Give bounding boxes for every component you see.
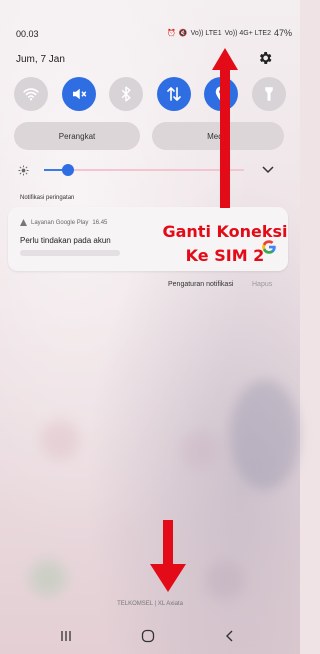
date-label: Jum, 7 Jan bbox=[16, 54, 65, 65]
alarm-icon: ⏰ bbox=[167, 30, 176, 37]
notification-section-label: Notifikasi peringatan bbox=[20, 195, 75, 201]
bluetooth-icon bbox=[121, 86, 131, 102]
quick-settings-toggles bbox=[14, 77, 286, 111]
home-icon bbox=[141, 629, 155, 643]
sound-toggle[interactable] bbox=[61, 77, 96, 111]
recent-apps-button[interactable] bbox=[57, 627, 75, 645]
status-icons: ⏰ 🔇 Vo)) LTE1 Vo)) 4G+ LTE2 47% bbox=[167, 28, 292, 38]
annotation-line-1: Ganti Koneksi bbox=[162, 222, 288, 241]
flashlight-icon bbox=[265, 87, 273, 101]
red-arrow-up-annotation bbox=[212, 48, 238, 208]
perangkat-button[interactable]: Perangkat bbox=[14, 122, 140, 150]
clock: 00.03 bbox=[16, 29, 39, 39]
wifi-toggle[interactable] bbox=[14, 77, 48, 111]
notification-header: Layanan Google Play 16.45 bbox=[20, 219, 107, 226]
battery-level: 47% bbox=[273, 28, 292, 38]
chevron-down-icon[interactable] bbox=[262, 165, 274, 175]
wifi-icon bbox=[23, 88, 39, 101]
brightness-slider-knob[interactable] bbox=[62, 164, 74, 176]
mobile-data-toggle[interactable] bbox=[156, 77, 191, 111]
notification-settings-link[interactable]: Pengaturan notifikasi bbox=[168, 281, 233, 288]
sim2-signal: Vo)) 4G+ LTE2 bbox=[224, 29, 271, 37]
recent-apps-icon bbox=[61, 631, 71, 641]
notification-blurred-account bbox=[20, 250, 120, 256]
gear-icon[interactable] bbox=[257, 50, 273, 66]
home-button[interactable] bbox=[139, 627, 157, 645]
flashlight-toggle[interactable] bbox=[251, 77, 286, 111]
sim1-signal: Vo)) LTE1 bbox=[190, 29, 222, 37]
notification-time: 16.45 bbox=[92, 219, 108, 226]
status-bar: 00.03 ⏰ 🔇 Vo)) LTE1 Vo)) 4G+ LTE2 47% bbox=[0, 0, 300, 39]
back-button[interactable] bbox=[221, 627, 239, 645]
notification-app-name: Layanan Google Play bbox=[31, 219, 89, 226]
carrier-label: TELKOMSEL | XL Axiata bbox=[117, 601, 183, 607]
bluetooth-toggle[interactable] bbox=[109, 77, 144, 111]
mute-status-icon: 🔇 bbox=[178, 30, 188, 37]
mute-icon bbox=[72, 88, 86, 100]
clear-notifications-button[interactable]: Hapus bbox=[252, 281, 272, 288]
back-icon bbox=[226, 630, 233, 642]
data-transfer-icon bbox=[166, 87, 181, 101]
perangkat-label: Perangkat bbox=[58, 131, 96, 141]
brightness-sun-icon bbox=[18, 165, 29, 176]
notification-title: Perlu tindakan pada akun bbox=[20, 236, 111, 245]
annotation-line-2: Ke SIM 2 bbox=[185, 246, 265, 265]
warning-icon bbox=[20, 219, 27, 226]
red-arrow-down-annotation bbox=[150, 520, 186, 592]
navigation-bar bbox=[0, 624, 300, 648]
